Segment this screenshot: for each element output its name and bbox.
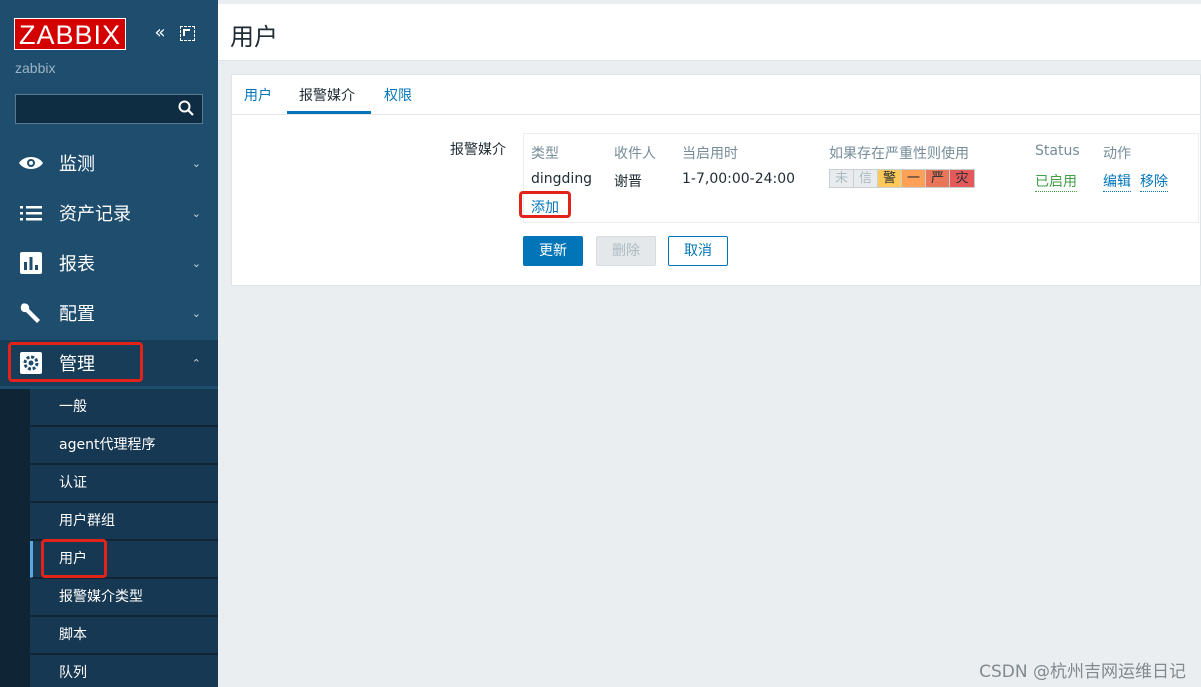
col-header-severity: 如果存在严重性则使用 bbox=[829, 146, 969, 162]
highlight-box-add bbox=[519, 191, 571, 218]
submenu-user-groups[interactable]: 用户群组 bbox=[30, 503, 218, 540]
col-header-type: 类型 bbox=[531, 146, 559, 162]
media-table: 类型 收件人 当启用时 如果存在严重性则使用 Status 动作 dingdin… bbox=[519, 133, 1199, 223]
submenu-authentication[interactable]: 认证 bbox=[30, 465, 218, 502]
edit-media-link[interactable]: 编辑 bbox=[1103, 171, 1131, 192]
media-recipient-cell: 谢晋 bbox=[614, 174, 642, 190]
chevron-down-icon: ⌄ bbox=[191, 206, 201, 220]
bar-chart-icon bbox=[17, 251, 45, 275]
chevron-up-icon: ⌃ bbox=[191, 356, 201, 370]
zabbix-logo[interactable]: ZABBIX bbox=[14, 18, 127, 50]
highlight-box-admin bbox=[8, 342, 143, 382]
eye-icon bbox=[17, 151, 45, 175]
menu-label: 报表 bbox=[59, 254, 95, 275]
list-icon bbox=[17, 201, 45, 225]
update-button[interactable]: 更新 bbox=[523, 236, 583, 266]
media-status-link[interactable]: 已启用 bbox=[1035, 171, 1077, 192]
media-field-label: 报警媒介 bbox=[450, 142, 506, 158]
logo-row: ZABBIX bbox=[14, 18, 127, 50]
submenu-agent-proxies[interactable]: agent代理程序 bbox=[30, 427, 218, 464]
severity-warning: 警 bbox=[878, 170, 902, 187]
search-input[interactable] bbox=[15, 94, 203, 124]
severity-average: 一 bbox=[902, 170, 926, 187]
media-when-active-cell: 1-7,00:00-24:00 bbox=[682, 171, 796, 187]
submenu-general[interactable]: 一般 bbox=[30, 389, 218, 426]
chevron-down-icon: ⌄ bbox=[191, 256, 201, 270]
search-icon[interactable] bbox=[178, 100, 194, 116]
page-title: 用户 bbox=[230, 23, 278, 51]
page-header: 用户 bbox=[218, 4, 1201, 61]
tab-permissions[interactable]: 权限 bbox=[384, 85, 412, 105]
server-name: zabbix bbox=[15, 60, 56, 76]
highlight-box-users bbox=[41, 539, 107, 578]
severity-disaster: 灾 bbox=[950, 170, 974, 187]
menu-label: 配置 bbox=[59, 304, 95, 325]
menu-label: 资产记录 bbox=[59, 204, 131, 225]
severity-indicators: 未 信 警 一 严 灾 bbox=[829, 169, 975, 188]
menu-inventory[interactable]: 资产记录 ⌄ bbox=[0, 190, 218, 236]
remove-media-link[interactable]: 移除 bbox=[1140, 171, 1168, 192]
media-type-cell: dingding bbox=[531, 171, 593, 187]
collapse-sidebar-button[interactable]: « bbox=[150, 24, 170, 44]
watermark: CSDN @杭州吉网运维日记 bbox=[979, 662, 1186, 682]
chevron-down-icon: ⌄ bbox=[191, 156, 201, 170]
tab-bar: 用户 报警媒介 权限 bbox=[232, 75, 1201, 115]
menu-configuration[interactable]: 配置 ⌄ bbox=[0, 290, 218, 336]
kiosk-mode-icon[interactable] bbox=[180, 26, 195, 41]
cancel-button[interactable]: 取消 bbox=[668, 236, 728, 266]
menu-reports[interactable]: 报表 ⌄ bbox=[0, 240, 218, 286]
col-header-status: Status bbox=[1035, 143, 1080, 159]
chevron-down-icon: ⌄ bbox=[191, 306, 201, 320]
menu-label: 监测 bbox=[59, 154, 95, 175]
submenu-scripts[interactable]: 脚本 bbox=[30, 617, 218, 654]
col-header-recipient: 收件人 bbox=[614, 146, 656, 162]
severity-high: 严 bbox=[926, 170, 950, 187]
submenu-queue[interactable]: 队列 bbox=[30, 655, 218, 687]
wrench-icon bbox=[17, 301, 45, 325]
col-header-when-active: 当启用时 bbox=[682, 146, 738, 162]
submenu-media-types[interactable]: 报警媒介类型 bbox=[30, 579, 218, 616]
tab-user[interactable]: 用户 bbox=[244, 85, 272, 105]
severity-information: 信 bbox=[854, 170, 878, 187]
severity-not-classified: 未 bbox=[830, 170, 854, 187]
tab-media[interactable]: 报警媒介 bbox=[299, 85, 355, 105]
delete-button[interactable]: 删除 bbox=[596, 236, 656, 266]
col-header-action: 动作 bbox=[1103, 146, 1131, 162]
menu-monitoring[interactable]: 监测 ⌄ bbox=[0, 140, 218, 186]
sidebar: ZABBIX « zabbix 监测 ⌄ 资产记录 ⌄ 报表 ⌄ 配置 ⌄ 管理… bbox=[0, 0, 218, 687]
active-tab-indicator bbox=[287, 111, 371, 114]
user-form-panel: 用户 报警媒介 权限 报警媒介 类型 收件人 当启用时 如果存在严重性则使用 S… bbox=[231, 74, 1201, 286]
